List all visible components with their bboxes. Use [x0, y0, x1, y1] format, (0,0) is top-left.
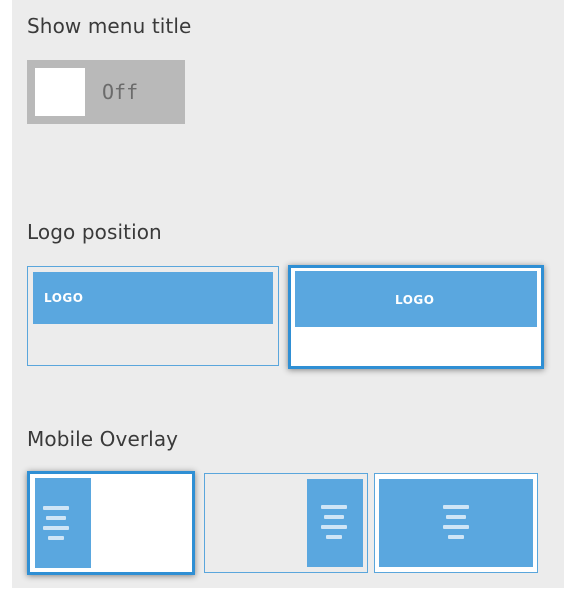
- show-menu-title-toggle[interactable]: Off: [27, 60, 185, 124]
- mobile-overlay-full-option[interactable]: [374, 473, 538, 573]
- logo-text: LOGO: [44, 291, 84, 305]
- hamburger-menu-icon: [443, 505, 469, 541]
- show-menu-title-label: Show menu title: [27, 14, 192, 38]
- mobile-overlay-label: Mobile Overlay: [27, 427, 179, 451]
- toggle-state-text: Off: [102, 80, 139, 104]
- logo-position-label: Logo position: [27, 220, 162, 244]
- overlay-strip: [35, 478, 91, 568]
- logo-position-left-option[interactable]: LOGO: [27, 266, 279, 366]
- logo-position-center-option[interactable]: LOGO: [288, 265, 544, 369]
- toggle-knob[interactable]: [35, 68, 85, 116]
- mobile-overlay-right-option[interactable]: [204, 473, 368, 573]
- mobile-overlay-left-option[interactable]: [27, 471, 195, 575]
- logo-bar: LOGO: [33, 272, 273, 324]
- overlay-strip: [307, 479, 363, 567]
- hamburger-menu-icon: [43, 506, 69, 542]
- overlay-strip: [379, 479, 533, 567]
- logo-text: LOGO: [395, 293, 435, 307]
- hamburger-menu-icon: [321, 505, 347, 541]
- settings-panel: Show menu title Off Logo position LOGO L…: [12, 0, 564, 588]
- logo-bar: LOGO: [295, 271, 537, 327]
